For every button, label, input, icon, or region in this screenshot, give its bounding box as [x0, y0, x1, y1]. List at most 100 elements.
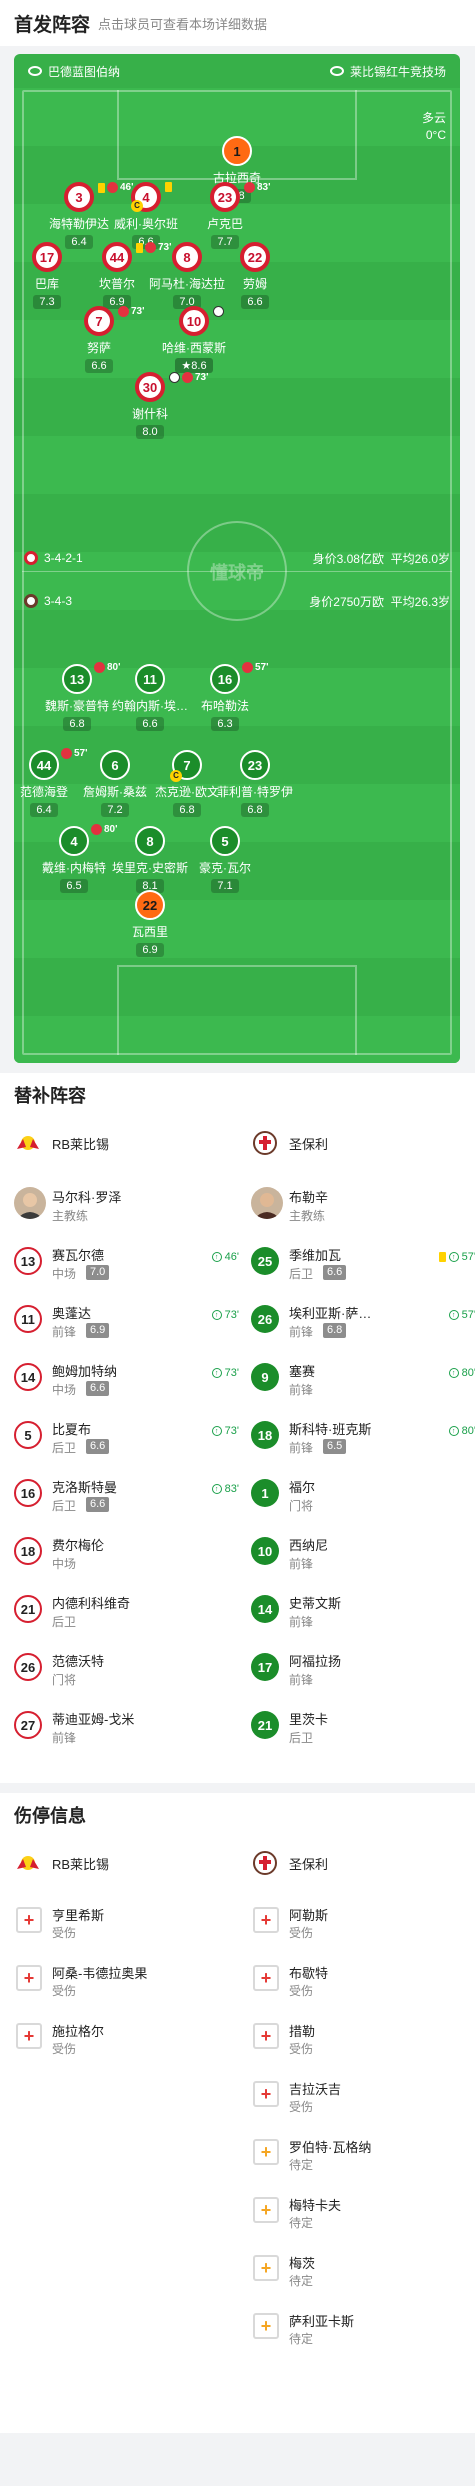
player-home[interactable]: 22 劳姆 6.6 [200, 242, 310, 310]
home-info-row: 3-4-2-1 身价3.08亿欧 平均26.0岁 [14, 547, 460, 569]
substitute-row[interactable]: 1 福尔 门将 [251, 1473, 475, 1525]
substitute-row[interactable]: 27 蒂迪亚姆-戈米 前锋 [14, 1705, 239, 1757]
subs-title: 替补阵容 [14, 1086, 86, 1106]
sub-in-time: 46' [224, 1251, 239, 1263]
injury-row[interactable]: + 施拉格尔 受伤 [14, 2015, 239, 2067]
substitute-number: 17 [251, 1653, 279, 1681]
coach-name: 布勒辛 [289, 1190, 329, 1205]
substitute-row[interactable]: 17 阿福拉扬前锋 [251, 1647, 475, 1699]
venue-row: 巴德蓝图伯纳 莱比锡红牛竞技场 [14, 54, 460, 88]
substitute-row[interactable]: 16 克洛斯特曼 后卫 6.6 ↑ 83' [14, 1473, 239, 1525]
home-venue: 巴德蓝图伯纳 [48, 64, 121, 79]
substitute-row[interactable]: 25 季维加瓦 后卫 6.6 ↑ 57' [251, 1241, 475, 1293]
injury-row[interactable]: + 措勒 受伤 [251, 2015, 475, 2067]
substitute-number: 14 [14, 1363, 42, 1391]
substitute-row[interactable]: 21 里茨卡 后卫 [251, 1705, 475, 1757]
player-number-badge: 10 [179, 306, 224, 336]
player-home[interactable]: 7 73' 努萨 6.6 [44, 306, 154, 374]
injury-row[interactable]: + 布歇特 受伤 [251, 1957, 475, 2009]
sub-in-time: 80' [461, 1425, 475, 1437]
home-age: 平均26.0岁 [390, 551, 450, 566]
substitute-row[interactable]: 5 比夏布 后卫 6.6 ↑ 73' [14, 1415, 239, 1467]
injuries-away-team[interactable]: 圣保利 [251, 1849, 328, 1877]
player-number: 13 [69, 671, 85, 687]
player-number-badge: 5 [210, 826, 240, 856]
injury-row[interactable]: + 吉拉沃吉 受伤 [251, 2073, 475, 2125]
player-away[interactable]: 22 瓦西里 6.9 [95, 890, 205, 958]
injury-row[interactable]: + 罗伯特·瓦格纳 待定 [251, 2131, 475, 2183]
substitute-row[interactable]: 14 史蒂文斯 前锋 [251, 1589, 475, 1641]
substitute-row[interactable]: 18 斯科特·班克斯 前锋 6.5 ↑ 80' [251, 1415, 475, 1467]
substitute-row[interactable]: 18 费尔梅伦 中场 [14, 1531, 239, 1583]
player-home[interactable]: 23 83' 卢克巴 7.7 [170, 182, 280, 250]
player-number-badge: 16 57' [210, 662, 269, 694]
away-coach[interactable]: 布勒辛 主教练 [251, 1183, 475, 1235]
substitute-row[interactable]: 9 塞赛 前锋 ↑ 80' [251, 1357, 475, 1409]
medical-cross-icon: + [253, 1965, 279, 1991]
injury-row[interactable]: + 萨利亚卡斯 待定 [251, 2305, 475, 2357]
injury-row[interactable]: + 梅茨 待定 [251, 2247, 475, 2299]
substitute-rating: 6.6 [86, 1439, 110, 1454]
subs-away-team[interactable]: 圣保利 [251, 1129, 328, 1157]
substitute-row[interactable]: 10 西纳尼 前锋 [251, 1531, 475, 1583]
player-number-badge: 4C [131, 182, 172, 212]
home-coach[interactable]: 马尔科·罗泽 主教练 [14, 1183, 239, 1235]
substitute-name: 斯科特·班克斯 [289, 1422, 372, 1437]
substitute-row[interactable]: 21 内德利科维奇 后卫 [14, 1589, 239, 1641]
injured-player-name: 萨利亚卡斯 [289, 2314, 355, 2329]
injury-row[interactable]: + 阿桑-韦德拉奥果 受伤 [14, 1957, 239, 2009]
player-number: 3 [75, 189, 83, 205]
player-away[interactable]: 23 菲利普·特罗伊 6.8 [200, 750, 310, 818]
player-rating: 7.2 [101, 803, 129, 817]
player-number-badge: 44 73' [102, 242, 172, 272]
player-away[interactable]: 16 57' 布哈勒法 6.3 [170, 662, 280, 732]
substitute-row[interactable]: 13 赛瓦尔德 中场 7.0 ↑ 46' [14, 1241, 239, 1293]
substitute-name: 蒂迪亚姆-戈米 [52, 1712, 135, 1727]
injury-row[interactable]: + 阿勒斯 受伤 [251, 1899, 475, 1951]
subs-home-team[interactable]: RB莱比锡 [14, 1129, 109, 1157]
medical-cross-icon: + [253, 2023, 279, 2049]
player-away[interactable]: 5 豪克·瓦尔 7.1 [170, 826, 280, 894]
sub-in-minute: ↑ 57' [438, 1251, 475, 1263]
sub-out-icon [118, 306, 129, 317]
sub-in-icon: ↑ [448, 1368, 459, 1378]
substitute-number: 18 [251, 1421, 279, 1449]
substitute-row[interactable]: 26 埃利亚斯·萨… 前锋 6.8 ↑ 57' [251, 1299, 475, 1351]
substitute-row[interactable]: 26 范德沃特 门将 [14, 1647, 239, 1699]
coach-role: 主教练 [289, 1209, 326, 1223]
substitute-position: 后卫 [52, 1499, 77, 1513]
captain-icon: C [131, 200, 143, 212]
substitute-name: 奥蓬达 [52, 1306, 92, 1321]
injury-row[interactable]: + 亨里希斯 受伤 [14, 1899, 239, 1951]
injuries-section: 伤停信息 RB莱比锡 圣保利 + 亨里希斯 受伤 + 阿桑-韦德拉奥果 受伤 + 施拉格尔 受伤… [0, 1793, 475, 2433]
weather-text: 多云 [421, 111, 446, 125]
player-home[interactable]: 10 哈维·西蒙斯 ★8.6 [139, 306, 249, 374]
substitute-position: 前锋 [52, 1731, 77, 1745]
substitute-row[interactable]: 11 奥蓬达 前锋 6.9 ↑ 73' [14, 1299, 239, 1351]
injured-player-name: 阿勒斯 [289, 1908, 329, 1923]
player-number: 4 [70, 833, 78, 849]
substitute-position: 前锋 [289, 1673, 314, 1687]
substitute-row[interactable]: 14 鲍姆加特纳 中场 6.6 ↑ 73' [14, 1357, 239, 1409]
substitute-rating: 6.6 [323, 1265, 347, 1280]
sub-in-icon: ↑ [448, 1426, 459, 1436]
player-number-badge: 7C [170, 750, 202, 782]
injuries-home-team[interactable]: RB莱比锡 [14, 1849, 109, 1877]
medical-cross-icon: + [253, 2197, 279, 2223]
substitute-name: 阿福拉扬 [289, 1654, 342, 1669]
player-home[interactable]: 30 73' 谢什科 8.0 [95, 372, 209, 440]
injury-row[interactable]: + 梅特卡夫 待定 [251, 2189, 475, 2241]
stadium-icon [329, 66, 344, 76]
sub-in-minute: ↑ 46' [211, 1251, 239, 1263]
substitute-position: 前锋 [52, 1325, 77, 1339]
player-number: 22 [247, 249, 263, 265]
away-info-row: 3-4-3 身价2750万欧 平均26.3岁 [14, 590, 460, 612]
player-number-badge: 1 [222, 136, 252, 166]
st-pauli-logo-icon [251, 1849, 279, 1877]
substitute-position: 后卫 [52, 1441, 77, 1455]
player-number: 44 [36, 757, 52, 773]
substitute-name: 内德利科维奇 [52, 1596, 131, 1611]
substitute-position: 前锋 [289, 1383, 314, 1397]
medical-cross-icon: + [253, 2255, 279, 2281]
substitute-rating: 7.0 [86, 1265, 110, 1280]
